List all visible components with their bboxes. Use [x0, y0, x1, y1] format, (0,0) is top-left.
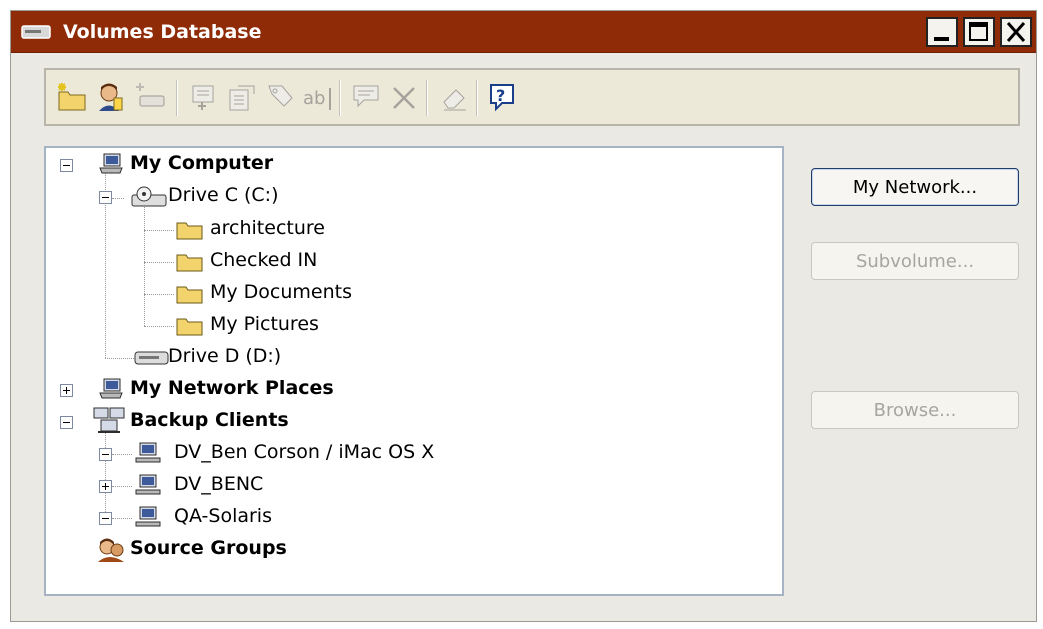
window-title: Volumes Database [63, 21, 262, 43]
toolbar-separator [476, 80, 478, 116]
svg-text:ab: ab [303, 88, 325, 109]
tree-connector [112, 198, 124, 199]
toolbar-separator [176, 80, 178, 116]
link-icon [268, 85, 293, 107]
collapse-toggle[interactable] [99, 191, 112, 204]
help-button[interactable]: ? [486, 80, 518, 114]
client-computer-icon [135, 506, 161, 527]
computer-icon [99, 153, 123, 174]
volumes-database-window: Volumes Database ab ? My Computer Drive … [10, 10, 1037, 622]
tree-item-folder[interactable]: My Documents [210, 277, 352, 307]
tree-item-backup-clients[interactable]: Backup Clients [130, 405, 289, 435]
drive-d-icon [134, 351, 169, 365]
maximize-icon [969, 22, 988, 41]
folder-icon [176, 318, 203, 336]
drive-icon [21, 25, 51, 39]
svg-text:?: ? [496, 86, 505, 105]
folder-icon [176, 286, 203, 304]
tree-connector [112, 454, 132, 455]
tree-connector [144, 326, 174, 327]
erase-button[interactable] [438, 80, 470, 114]
collapse-toggle[interactable] [60, 159, 73, 172]
tree-connector [105, 428, 106, 516]
minimize-button[interactable] [926, 17, 958, 47]
maximize-button[interactable] [963, 17, 995, 47]
toolbar-separator [339, 80, 341, 116]
toolbar-separator [426, 80, 428, 116]
toolbar: ab ? [44, 68, 1020, 126]
tree-item-client[interactable]: DV_Ben Corson / iMac OS X [174, 437, 434, 467]
title-bar[interactable]: Volumes Database [11, 11, 1036, 53]
tree-connector [144, 294, 174, 295]
source-groups-icon [98, 538, 124, 562]
user-icon [99, 83, 123, 111]
comment-button[interactable] [350, 80, 382, 114]
tree-connector [105, 358, 134, 359]
tree-connector [112, 486, 132, 487]
help-icon: ? [490, 84, 514, 112]
new-folder-button[interactable] [56, 80, 88, 114]
folder-icon [176, 254, 203, 272]
tree-connector [144, 204, 145, 326]
client-computer-icon [135, 474, 161, 495]
delete-button[interactable] [388, 80, 420, 114]
edit-button[interactable] [226, 80, 258, 114]
collapse-toggle[interactable] [99, 512, 112, 525]
volume-tree[interactable]: My Computer Drive C (C:) architecture Ch… [44, 146, 784, 596]
tree-connector [112, 518, 132, 519]
link-button[interactable] [264, 80, 296, 114]
backup-clients-icon [93, 407, 125, 433]
tree-item-source-groups[interactable]: Source Groups [130, 533, 287, 563]
folder-icon [176, 222, 203, 240]
rename-button[interactable]: ab [302, 80, 334, 114]
delete-icon [393, 87, 415, 109]
rename-icon: ab [303, 88, 331, 110]
my-network-button[interactable]: My Network... [811, 168, 1019, 206]
browse-button[interactable]: Browse... [811, 391, 1019, 429]
tree-item-client[interactable]: DV_BENC [174, 469, 263, 499]
properties-button[interactable] [188, 80, 220, 114]
new-volume-button[interactable] [134, 80, 166, 114]
collapse-toggle[interactable] [99, 448, 112, 461]
tree-item-network-places[interactable]: My Network Places [130, 373, 334, 403]
expand-toggle[interactable] [60, 384, 73, 397]
user-button[interactable] [94, 80, 126, 114]
tree-item-drive-c[interactable]: Drive C (C:) [168, 180, 279, 210]
tree-item-client[interactable]: QA-Solaris [174, 501, 272, 531]
tree-item-folder[interactable]: Checked IN [210, 245, 317, 275]
new-volume-icon [136, 83, 165, 107]
tree-item-folder[interactable]: My Pictures [210, 309, 319, 339]
client-computer-icon [135, 442, 161, 463]
erase-icon [443, 89, 466, 111]
drive-c-icon [131, 186, 167, 207]
tree-item-my-computer[interactable]: My Computer [130, 148, 273, 178]
collapse-toggle[interactable] [60, 416, 73, 429]
subvolume-button[interactable]: Subvolume... [811, 242, 1019, 280]
close-button[interactable] [1000, 17, 1032, 47]
tree-item-drive-d[interactable]: Drive D (D:) [168, 341, 281, 371]
properties-icon [192, 85, 214, 110]
tree-connector [144, 230, 174, 231]
edit-icon [229, 85, 255, 111]
network-places-icon [99, 378, 123, 399]
tree-item-folder[interactable]: architecture [210, 213, 325, 243]
expand-toggle[interactable] [99, 480, 112, 493]
minimize-icon [934, 37, 949, 41]
tree-connector [144, 262, 174, 263]
comment-icon [353, 85, 379, 108]
close-icon [1006, 22, 1026, 42]
new-folder-icon [58, 83, 86, 111]
